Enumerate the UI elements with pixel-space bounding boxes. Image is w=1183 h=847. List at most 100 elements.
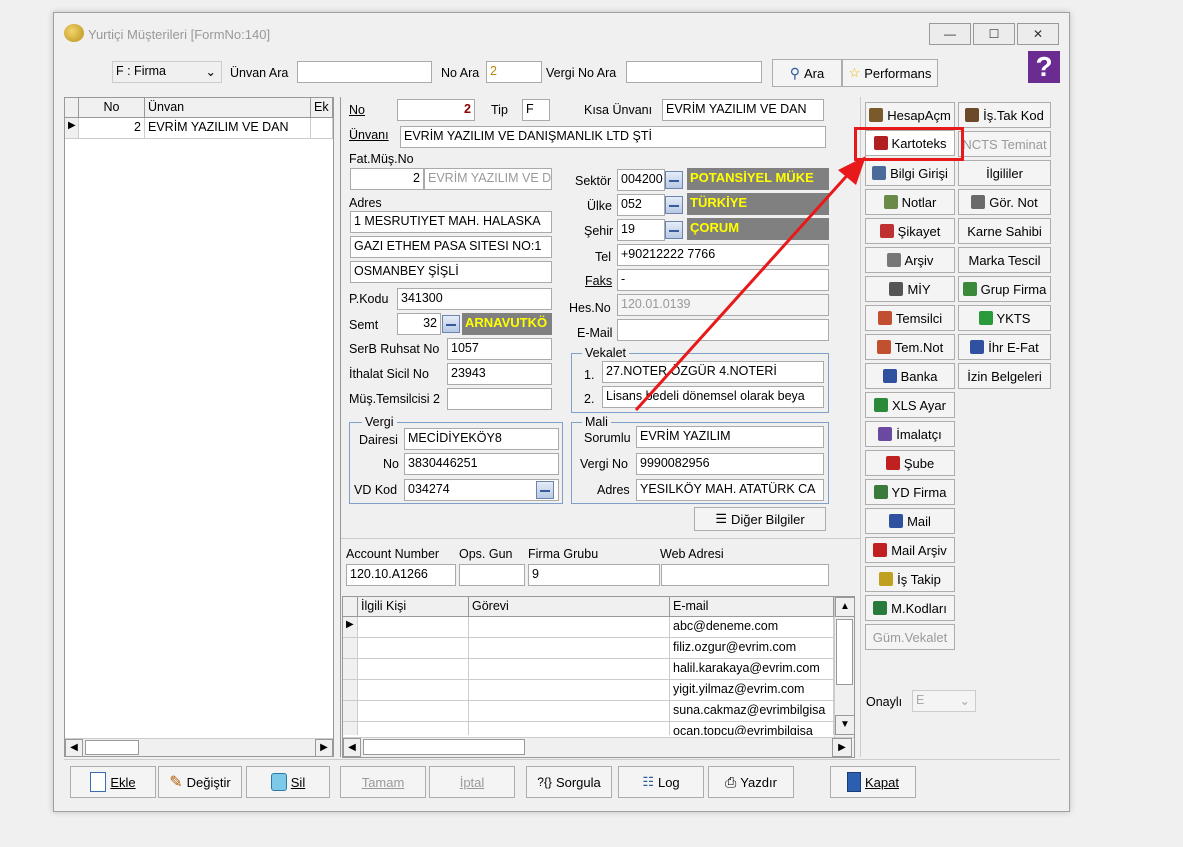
contact-cell-gorev[interactable] xyxy=(469,659,670,680)
diger-bilgiler-button[interactable]: ☰ Diğer Bilgiler xyxy=(694,507,826,531)
list-header-unvan[interactable]: Ünvan xyxy=(145,98,311,118)
account-input[interactable]: 120.10.A1266 xyxy=(346,564,456,586)
ulke-code-input[interactable]: 052 xyxy=(617,194,665,216)
side-button-right-4[interactable]: Gör. Not xyxy=(958,189,1051,215)
performans-button[interactable]: ☆ Performans xyxy=(842,59,938,87)
contact-cell-email[interactable]: halil.karakaya@evrim.com xyxy=(670,659,834,680)
side-button-14[interactable]: YD Firma xyxy=(865,479,955,505)
side-button-4[interactable]: Notlar xyxy=(865,189,955,215)
contacts-hscrollbar[interactable]: ◀ ▶ xyxy=(343,737,854,757)
scroll-thumb[interactable] xyxy=(836,619,853,685)
side-button-3[interactable]: Bilgi Girişi xyxy=(865,160,955,186)
scroll-right-icon[interactable]: ▶ xyxy=(315,739,333,757)
list-cell-no[interactable]: 2 xyxy=(79,118,145,139)
ops-input[interactable] xyxy=(459,564,525,586)
iptal-button[interactable]: İptal xyxy=(429,766,515,798)
scroll-thumb[interactable] xyxy=(85,740,139,755)
side-button-8[interactable]: Temsilci xyxy=(865,305,955,331)
side-button-right-3[interactable]: İlgililer xyxy=(958,160,1051,186)
web-input[interactable] xyxy=(661,564,829,586)
adres2-input[interactable]: GAZI ETHEM PASA SITESI NO:1 xyxy=(350,236,552,258)
unvan-search-input[interactable] xyxy=(297,61,432,83)
sehir-code-input[interactable]: 19 xyxy=(617,219,665,241)
side-button-10[interactable]: Banka xyxy=(865,363,955,389)
type-select[interactable]: F : Firma ⌄ xyxy=(112,61,222,83)
vekalet2-input[interactable]: Lisans bedeli dönemsel olarak beya xyxy=(602,386,824,408)
ekle-button[interactable]: Ekle xyxy=(70,766,156,798)
list-cell-unvan[interactable]: EVRİM YAZILIM VE DAN xyxy=(145,118,311,139)
contact-cell-gorev[interactable] xyxy=(469,638,670,659)
side-button-16[interactable]: Mail Arşiv xyxy=(865,537,955,563)
side-button-19[interactable]: Güm.Vekalet xyxy=(865,624,955,650)
contact-cell-kisi[interactable] xyxy=(358,659,469,680)
close-button[interactable]: ✕ xyxy=(1017,23,1059,45)
sorumlu-input[interactable]: EVRİM YAZILIM xyxy=(636,426,824,448)
side-button-15[interactable]: Mail xyxy=(865,508,955,534)
contact-cell-kisi[interactable] xyxy=(358,638,469,659)
side-button-1[interactable]: HesapAçm xyxy=(865,102,955,128)
side-button-right-10[interactable]: İzin Belgeleri xyxy=(958,363,1051,389)
side-button-5[interactable]: Şikayet xyxy=(865,218,955,244)
side-button-13[interactable]: Şube xyxy=(865,450,955,476)
list-header-ek[interactable]: Ek xyxy=(311,98,333,118)
adres1-input[interactable]: 1 MESRUTIYET MAH. HALASKA xyxy=(350,211,552,233)
email-input[interactable] xyxy=(617,319,829,341)
contact-cell-email[interactable]: ocan.topcu@evrimbilgisa xyxy=(670,722,834,735)
side-button-right-1[interactable]: İş.Tak Kod xyxy=(958,102,1051,128)
semt-picker-icon[interactable] xyxy=(442,315,460,333)
contacts-vscrollbar[interactable]: ▲ ▼ xyxy=(834,597,854,737)
contact-cell-email[interactable]: filiz.ozgur@evrim.com xyxy=(670,638,834,659)
help-icon[interactable]: ? xyxy=(1028,51,1060,83)
contacts-header-gorev[interactable]: Görevi xyxy=(469,597,670,617)
contact-cell-email[interactable]: abc@deneme.com xyxy=(670,617,834,638)
contact-cell-kisi[interactable] xyxy=(358,617,469,638)
scroll-left-icon[interactable]: ◀ xyxy=(343,738,361,757)
side-button-right-7[interactable]: Grup Firma xyxy=(958,276,1051,302)
faks-input[interactable]: - xyxy=(617,269,829,291)
sektor-picker-icon[interactable] xyxy=(665,171,683,189)
contacts-header-kisi[interactable]: İlgili Kişi xyxy=(358,597,469,617)
side-button-right-6[interactable]: Marka Tescil xyxy=(958,247,1051,273)
side-button-17[interactable]: İş Takip xyxy=(865,566,955,592)
vno-input[interactable]: 3830446251 xyxy=(404,453,559,475)
contact-cell-gorev[interactable] xyxy=(469,617,670,638)
contact-cell-kisi[interactable] xyxy=(358,701,469,722)
contact-cell-gorev[interactable] xyxy=(469,701,670,722)
side-button-right-9[interactable]: İhr E-Fat xyxy=(958,334,1051,360)
side-button-right-5[interactable]: Karne Sahibi xyxy=(958,218,1051,244)
side-button-9[interactable]: Tem.Not xyxy=(865,334,955,360)
sil-button[interactable]: Sil xyxy=(246,766,330,798)
degistir-button[interactable]: ✎ Değiştir xyxy=(158,766,242,798)
contact-cell-email[interactable]: yigit.yilmaz@evrim.com xyxy=(670,680,834,701)
contacts-grid[interactable]: İlgili Kişi Görevi E-mail ▶ abc@deneme.co… xyxy=(342,596,855,758)
temsilci-input[interactable] xyxy=(447,388,552,410)
tamam-button[interactable]: Tamam xyxy=(340,766,426,798)
no-search-input[interactable]: 2 xyxy=(486,61,542,83)
vd-input[interactable]: MECİDİYEKÖY8 xyxy=(404,428,559,450)
kapat-button[interactable]: Kapat xyxy=(830,766,916,798)
onayli-select[interactable]: E ⌄ xyxy=(912,690,976,712)
sorgula-button[interactable]: ?{} Sorgula xyxy=(526,766,612,798)
kisa-unvan-input[interactable]: EVRİM YAZILIM VE DAN xyxy=(662,99,824,121)
contact-cell-gorev[interactable] xyxy=(469,722,670,735)
side-button-right-2[interactable]: NCTS Teminat xyxy=(958,131,1051,157)
minimize-button[interactable]: — xyxy=(929,23,971,45)
ara-button[interactable]: ⚲ Ara xyxy=(772,59,842,87)
contacts-header-email[interactable]: E-mail xyxy=(670,597,834,617)
customer-list[interactable]: No Ünvan Ek ▶ 2 EVRİM YAZILIM VE DAN ◀ ▶ xyxy=(64,97,334,757)
scroll-thumb[interactable] xyxy=(363,739,525,755)
maximize-button[interactable]: ☐ xyxy=(973,23,1015,45)
vdkod-picker-icon[interactable] xyxy=(536,481,554,499)
grup-input[interactable]: 9 xyxy=(528,564,660,586)
serb-input[interactable]: 1057 xyxy=(447,338,552,360)
vergi-search-input[interactable] xyxy=(626,61,762,83)
sektor-code-input[interactable]: 004200 xyxy=(617,169,665,191)
list-hscrollbar[interactable]: ◀ ▶ xyxy=(65,738,333,757)
mali-adres-input[interactable]: YESILKÖY MAH. ATATÜRK CA xyxy=(636,479,824,501)
tel-input[interactable]: +90212222 7766 xyxy=(617,244,829,266)
side-button-11[interactable]: XLS Ayar xyxy=(865,392,955,418)
side-button-6[interactable]: Arşiv xyxy=(865,247,955,273)
contact-cell-kisi[interactable] xyxy=(358,680,469,701)
tip-input[interactable]: F xyxy=(522,99,550,121)
log-button[interactable]: ☷ Log xyxy=(618,766,704,798)
